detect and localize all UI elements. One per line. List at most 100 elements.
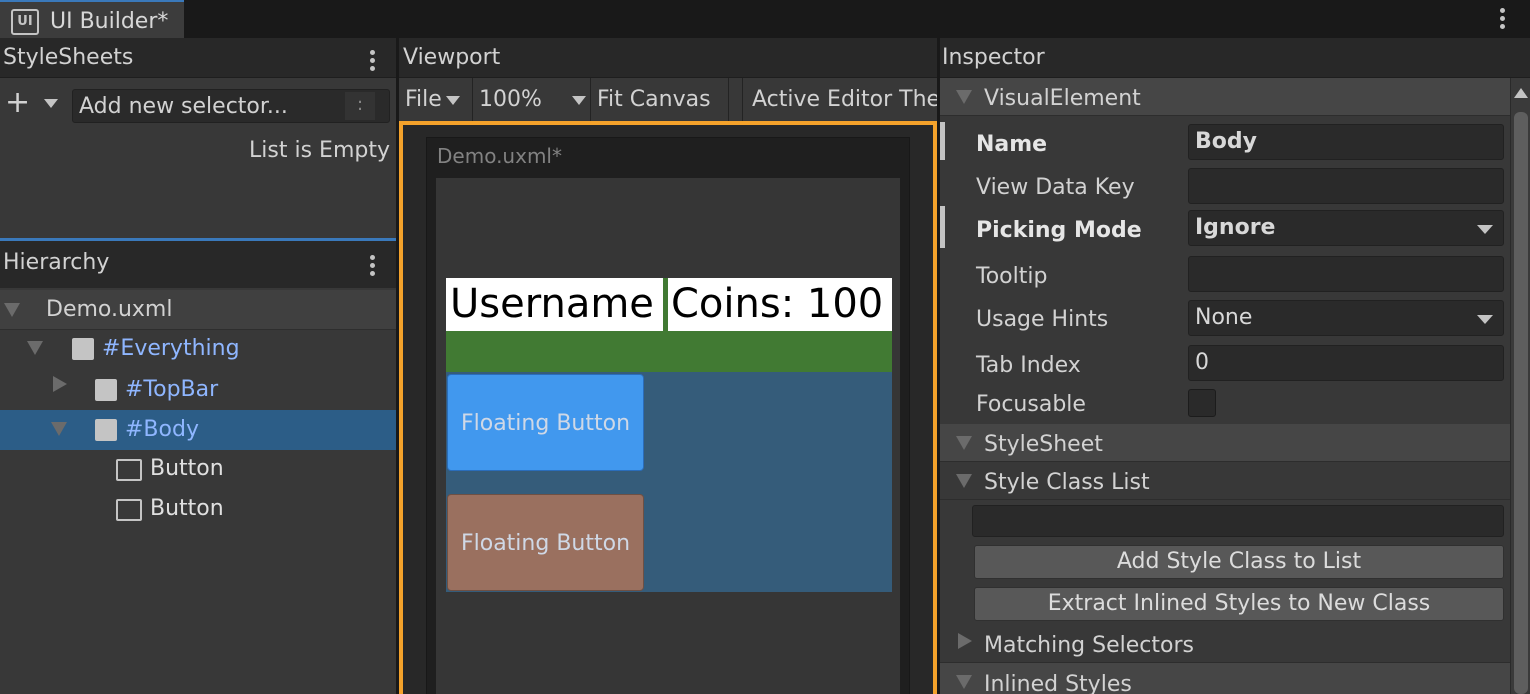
file-menu[interactable]: File <box>399 78 473 122</box>
tooltip-field[interactable] <box>1188 256 1504 292</box>
expand-arrow-icon[interactable] <box>4 303 20 317</box>
zoom-dropdown[interactable]: 100% <box>473 78 591 122</box>
add-selector-placeholder: Add new selector... <box>79 94 288 119</box>
view-data-key-field[interactable] <box>1188 168 1504 204</box>
section-title: Matching Selectors <box>984 633 1194 658</box>
selector-options-button[interactable]: : <box>345 92 375 120</box>
collapse-arrow-icon[interactable] <box>53 376 67 392</box>
theme-dropdown[interactable]: Active Editor Theme <box>743 78 937 122</box>
stylesheets-title: StyleSheets <box>3 45 134 70</box>
name-label: Name <box>976 132 1048 157</box>
canvas-document-title: Demo.uxml* <box>437 144 562 168</box>
canvas-document[interactable]: Demo.uxml* Username Coins: 100 Floating … <box>426 137 910 694</box>
expand-arrow-icon[interactable] <box>956 675 972 689</box>
inspector-header: Inspector <box>940 38 1530 78</box>
expand-arrow-icon[interactable] <box>27 341 43 355</box>
visual-element-icon <box>95 379 117 401</box>
picking-mode-dropdown[interactable]: Ignore <box>1188 210 1504 246</box>
name-field[interactable]: Body <box>1188 124 1504 160</box>
chevron-down-icon <box>445 95 460 105</box>
toolbar-spacer <box>729 78 743 122</box>
usage-hints-dropdown[interactable]: None <box>1188 300 1504 336</box>
scrollbar-thumb[interactable] <box>1514 112 1528 694</box>
section-style-class-list[interactable]: Style Class List <box>940 462 1510 500</box>
hierarchy-item-everything[interactable]: #Everything <box>0 330 396 370</box>
expand-arrow-icon[interactable] <box>956 436 972 450</box>
stylesheets-kebab-icon[interactable] <box>366 48 380 74</box>
floating-button[interactable]: Floating Button <box>447 494 644 591</box>
hierarchy-item-topbar[interactable]: #TopBar <box>0 370 396 410</box>
fit-canvas-label: Fit Canvas <box>597 87 711 112</box>
window-kebab-menu-icon[interactable] <box>1496 6 1510 32</box>
hierarchy-header: Hierarchy <box>0 241 396 288</box>
tooltip-label: Tooltip <box>976 264 1048 289</box>
picking-mode-label: Picking Mode <box>976 218 1142 243</box>
hierarchy-item-label: #Body <box>125 417 199 442</box>
style-class-input[interactable] <box>972 505 1504 537</box>
hierarchy-item-label: #Everything <box>102 336 240 361</box>
section-stylesheet[interactable]: StyleSheet <box>940 424 1510 462</box>
username-label[interactable]: Username <box>446 278 663 331</box>
ui-builder-icon: UI <box>11 9 39 35</box>
scroll-up-arrow-icon[interactable] <box>1514 88 1528 98</box>
coins-label[interactable]: Coins: 100 <box>668 278 892 331</box>
inspector-scrollbar[interactable] <box>1510 78 1530 694</box>
topbar-element[interactable]: Username Coins: 100 <box>446 278 892 372</box>
chevron-down-icon <box>1477 315 1493 324</box>
body-element[interactable]: Floating Button Floating Button <box>446 372 892 592</box>
picking-mode-value: Ignore <box>1195 215 1276 240</box>
stylesheets-empty-text: List is Empty <box>249 138 390 163</box>
tab-index-field[interactable]: 0 <box>1188 345 1504 381</box>
plus-icon: + <box>5 85 31 120</box>
hierarchy-item-body[interactable]: #Body <box>0 410 396 450</box>
focusable-checkbox[interactable] <box>1188 389 1216 417</box>
floating-button[interactable]: Floating Button <box>447 374 644 471</box>
theme-label: Active Editor Theme <box>752 87 937 112</box>
hierarchy-item-label: Button <box>150 456 224 481</box>
button-icon <box>116 499 142 521</box>
tab-index-label: Tab Index <box>976 353 1081 378</box>
visual-element-icon <box>72 338 94 360</box>
section-title: Inlined Styles <box>984 672 1132 694</box>
expand-arrow-icon[interactable] <box>51 422 67 436</box>
section-matching-selectors[interactable]: Matching Selectors <box>940 624 1510 662</box>
fit-canvas-button[interactable]: Fit Canvas <box>591 78 729 122</box>
stylesheets-header: StyleSheets <box>0 38 396 78</box>
tab-title: UI Builder* <box>50 9 169 34</box>
expand-arrow-icon[interactable] <box>956 474 972 488</box>
viewport-panel: Viewport File 100% Fit Canvas Active Edi… <box>399 38 937 694</box>
add-selector-field[interactable]: Add new selector... : <box>72 89 390 123</box>
section-title: VisualElement <box>984 86 1141 111</box>
hierarchy-item-label: #TopBar <box>125 377 219 402</box>
viewport-toolbar: File 100% Fit Canvas Active Editor Theme <box>399 78 937 122</box>
expand-arrow-icon[interactable] <box>956 90 972 104</box>
left-panel: StyleSheets + Add new selector... : List… <box>0 38 396 694</box>
hierarchy-kebab-icon[interactable] <box>366 253 380 279</box>
section-visual-element[interactable]: VisualElement <box>940 78 1510 116</box>
canvas-area[interactable]: Username Coins: 100 Floating Button Floa… <box>436 178 900 694</box>
view-data-key-label: View Data Key <box>976 175 1135 200</box>
add-style-class-button[interactable]: Add Style Class to List <box>974 545 1504 579</box>
chevron-down-icon <box>1477 225 1493 234</box>
focusable-label: Focusable <box>976 392 1086 417</box>
section-title: Style Class List <box>984 470 1150 495</box>
add-stylesheet-button[interactable]: + <box>5 88 63 118</box>
usage-hints-value: None <box>1195 305 1253 330</box>
override-indicator <box>940 122 945 160</box>
hierarchy-item-label: Demo.uxml <box>46 297 173 322</box>
collapse-arrow-icon[interactable] <box>958 633 972 649</box>
hierarchy-item-button[interactable]: Button <box>0 490 396 530</box>
editor-tab-bar: UI UI Builder* <box>0 0 1530 38</box>
extract-inlined-styles-button[interactable]: Extract Inlined Styles to New Class <box>974 587 1504 621</box>
button-icon <box>116 459 142 481</box>
section-title: StyleSheet <box>984 432 1103 457</box>
visual-element-icon <box>95 419 117 441</box>
hierarchy-title: Hierarchy <box>3 250 110 275</box>
override-indicator <box>940 206 945 248</box>
ui-builder-tab[interactable]: UI UI Builder* <box>0 0 184 38</box>
viewport-header: Viewport <box>399 38 937 78</box>
section-inlined-styles[interactable]: Inlined Styles <box>940 662 1510 694</box>
hierarchy-item-demo-uxml[interactable]: Demo.uxml <box>0 290 396 330</box>
hierarchy-item-button[interactable]: Button <box>0 450 396 490</box>
stylesheets-toolbar: + Add new selector... : <box>0 78 396 128</box>
